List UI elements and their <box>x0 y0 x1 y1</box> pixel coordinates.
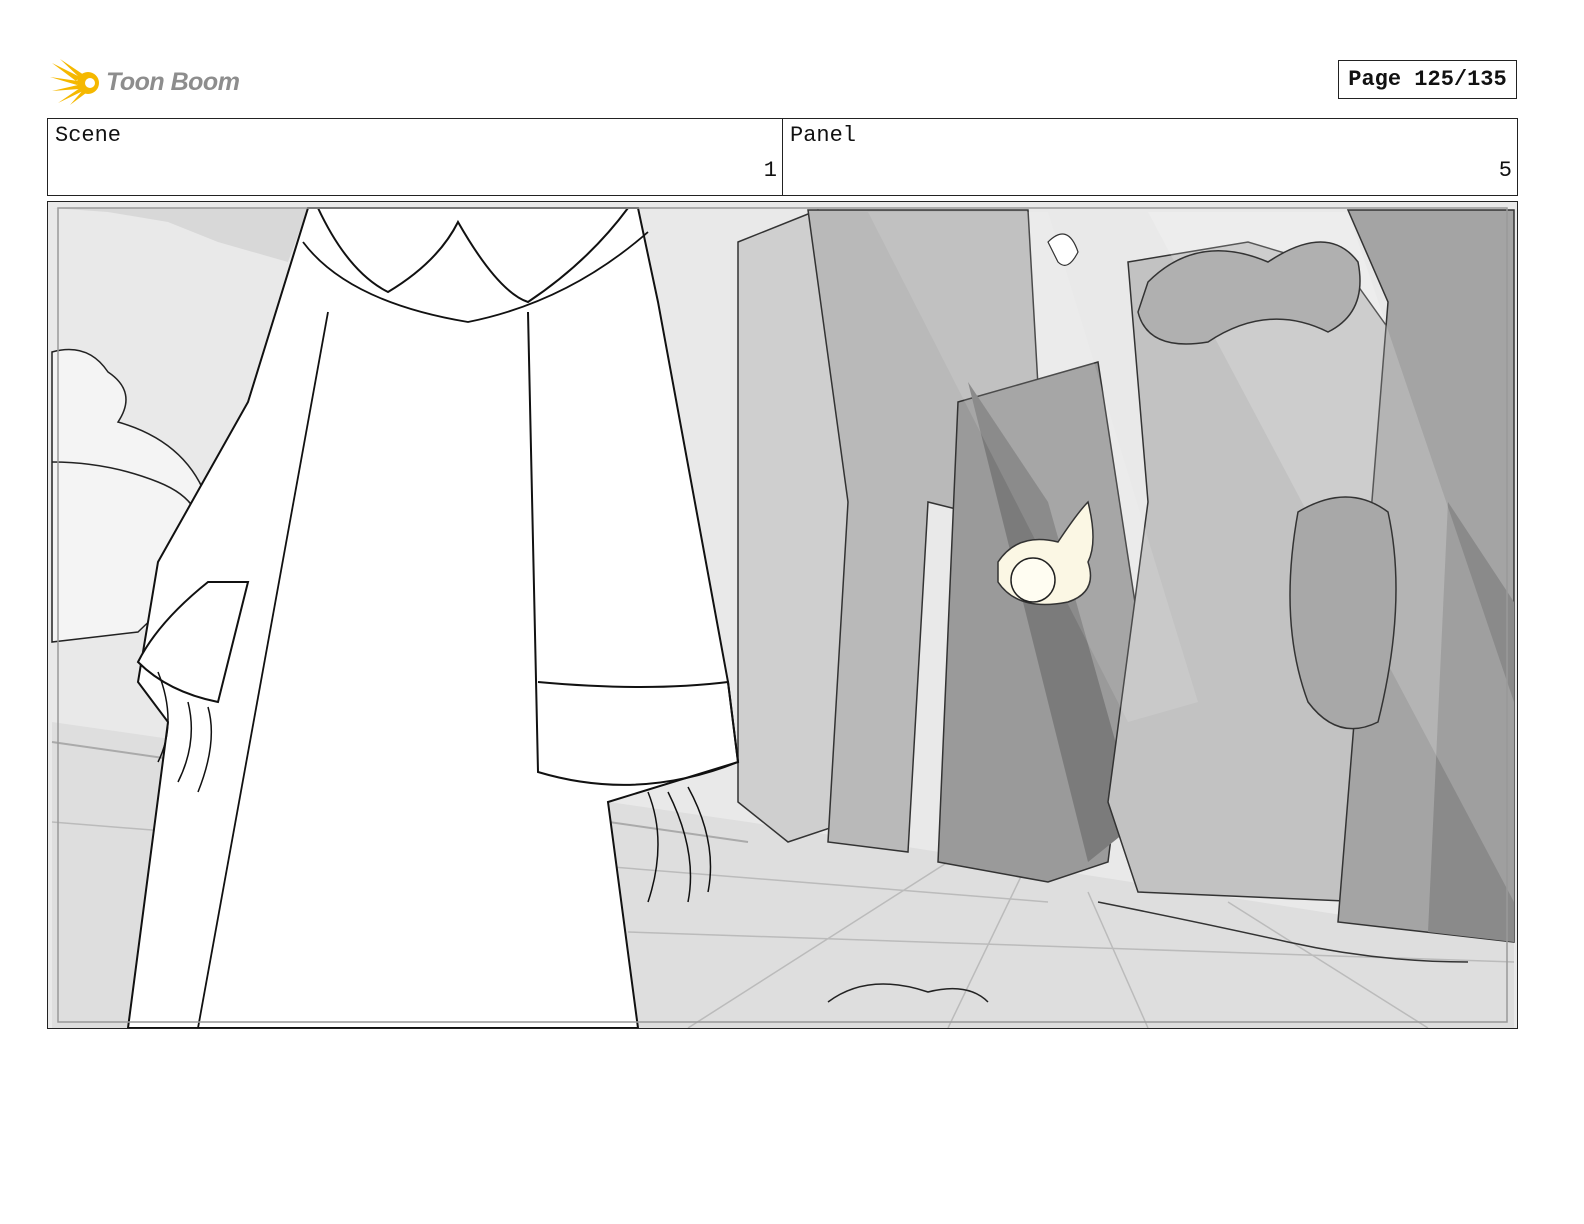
storyboard-drawing <box>48 202 1517 1028</box>
scene-value: 1 <box>763 158 777 183</box>
toon-boom-logo: Toon Boom <box>50 55 250 109</box>
panel-label: Panel <box>790 123 857 148</box>
scene-panel-header: Scene 1 Panel 5 <box>47 118 1518 196</box>
panel-cell: Panel 5 <box>782 119 1517 195</box>
page-indicator: Page 125/135 <box>1338 60 1517 99</box>
toon-boom-burst-icon <box>50 59 99 105</box>
storyboard-panel-frame <box>47 201 1518 1029</box>
scene-cell: Scene 1 <box>48 119 782 195</box>
panel-value: 5 <box>1498 158 1512 183</box>
logo-text: Toon Boom <box>106 67 240 96</box>
scene-label: Scene <box>55 123 122 148</box>
